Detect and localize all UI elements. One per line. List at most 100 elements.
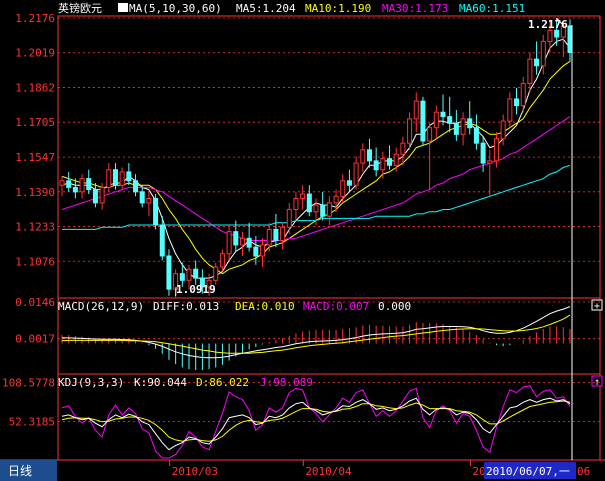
candle-body-down [112,169,118,186]
date-tick-label: 2010/03 [172,465,218,478]
candle-body-down [139,191,145,204]
price-tick-label: 1.1862 [15,81,55,94]
ma60-readout: MA60:1.151 [459,2,525,15]
price-tick-label: 1.1705 [15,116,55,129]
price-tick-label: 1.1547 [15,151,55,164]
candle-body-up [280,226,286,241]
candle-body-up [540,40,546,67]
candle-body-up [333,195,339,204]
price-tick-label: 1.2176 [15,12,55,25]
candle-body-up [226,231,232,255]
plus-icon: + [594,301,600,312]
instrument-name: 英镑欧元 [58,1,102,15]
candle [166,249,172,296]
candle-body-down [373,160,379,171]
candle-body-down [366,149,372,162]
candle-body-up [427,127,433,142]
price-tick-label: 1.1076 [15,255,55,268]
candle-body-down [440,111,446,118]
high-price-label: 1.2176 [528,18,568,31]
candle-body-down [473,127,479,144]
candle-body-down [179,273,185,281]
candle-body-up [407,118,413,144]
candle-body-down [480,142,486,164]
ma5-readout: MA5:1.204 [236,2,296,15]
candle [420,96,426,146]
candle-body-up [493,138,499,162]
candle-body-down [72,186,78,193]
macd-tick-label: 0.0017 [15,333,55,346]
macd-tick-label: 0.0146 [15,296,55,309]
candle-body-up [59,180,65,186]
candle-body-up [547,29,553,42]
candle-body-down [86,178,92,191]
candle-body-down [320,204,326,217]
low-price-label: 1.0919 [176,283,216,296]
candle-body-up [520,82,526,107]
candle-body-up [500,120,506,140]
candle-body-up [393,153,399,166]
macd-params: MACD(26,12,9) [58,300,144,313]
candle-body-up [460,118,466,135]
candle-body-down [153,197,159,226]
ma-settings-icon[interactable] [118,3,128,12]
ma30-readout: MA30:1.173 [382,2,448,15]
candle-body-up [313,204,319,213]
candle-body-down [453,122,459,135]
candle-body-down [126,171,132,182]
candle-body-down [246,237,252,248]
candle-body-down [554,29,560,38]
candle-body-down [66,180,72,188]
candle-body-up [527,58,533,84]
candle-body-up [146,197,152,204]
candle-body-up [213,266,219,281]
candle-body-up [106,169,112,188]
candle-body-down [273,228,279,241]
candle-body-up [353,162,359,186]
candle-body-down [133,180,139,193]
candle [153,194,159,230]
candle-body-down [387,158,393,166]
candle-body-up [300,193,306,199]
candle-body-down [534,58,540,67]
kdj-collapse-button[interactable]: ↑ [591,375,603,388]
candle-body-down [447,116,453,124]
candle-body-up [360,149,366,164]
candle-body-down [514,98,520,107]
price-tick-label: 1.2019 [15,47,55,60]
candle-body-down [166,255,172,290]
candle-body-down [159,224,165,257]
ma10-readout: MA10:1.190 [305,2,371,15]
candle-body-up [400,142,406,155]
candle-body-up [79,178,85,193]
cursor-date-suffix: 06 [577,465,590,478]
period-tab-daily[interactable]: 日线 [8,464,32,478]
kdj-tick-label: 52.3185 [9,416,55,429]
candle-body-up [293,197,299,211]
ma-params: MA(5,10,30,60) [129,2,222,15]
candle-body-up [433,111,439,129]
candle-body-up [507,98,513,122]
candle-body-up [219,253,225,268]
forex-chart: 英镑欧元 MA(5,10,30,60) MA5:1.204 MA10:1.190… [0,0,605,481]
price-tick-label: 1.1390 [15,186,55,199]
candle-body-down [253,246,259,257]
candle-body-up [286,209,292,228]
candle-body-down [467,118,473,129]
candle-body-down [567,25,573,54]
candle-body-up [413,100,419,120]
candle-body-up [340,180,346,197]
candle-body-up [380,158,386,171]
kdj-tick-label: 108.5778 [2,376,55,389]
candle-body-up [99,186,105,204]
candle-body-up [239,237,245,246]
candle-body-down [306,193,312,213]
candle-body-up [260,244,266,257]
candle-body-up [119,171,125,186]
date-tick-label: 2010/04 [305,465,352,478]
candle-body-down [193,268,199,279]
cursor-date: 2010/06/07,一 [486,465,570,478]
candle-body-up [487,160,493,164]
candle-body-down [346,180,352,186]
candle-body-down [233,231,239,246]
